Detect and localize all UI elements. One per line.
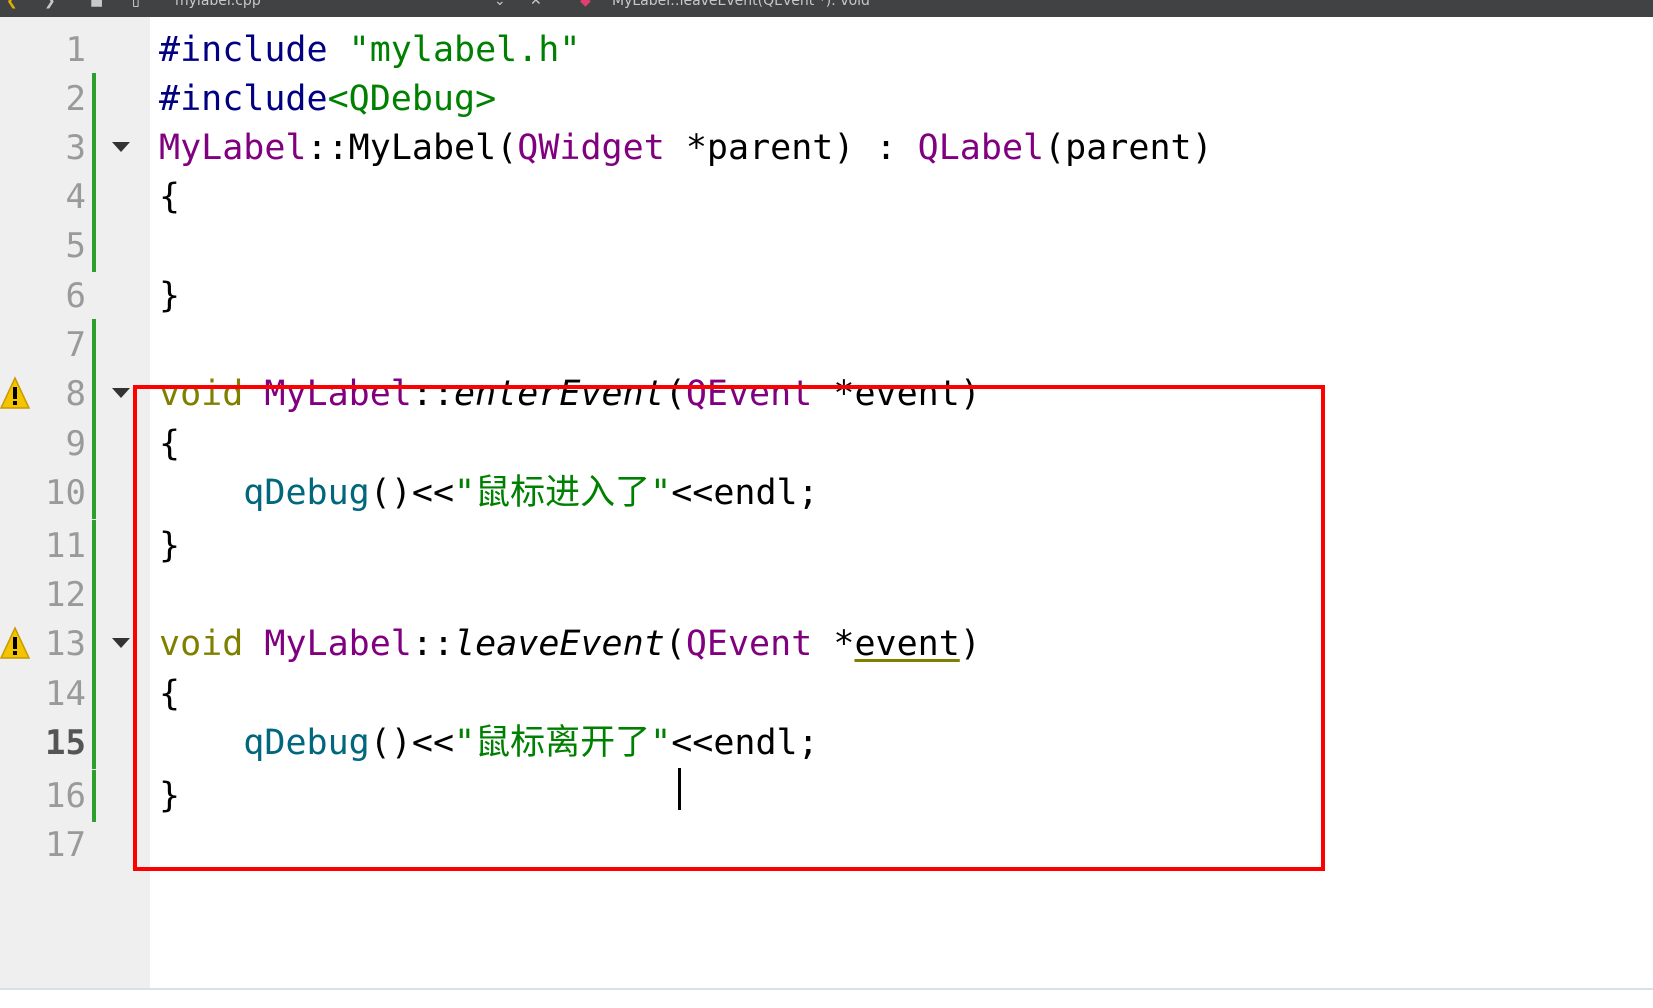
close-icon[interactable]: ✕ <box>530 0 542 9</box>
fold-toggle-icon[interactable] <box>112 142 130 152</box>
line-content[interactable]: } <box>159 270 180 322</box>
code-line: 1 #include "mylabel.h" <box>0 24 1653 76</box>
line-content[interactable]: { <box>159 171 180 223</box>
code-line: 2 #include<QDebug> <box>0 73 1653 125</box>
line-number: 1 <box>65 30 86 70</box>
line-number: 5 <box>65 226 86 266</box>
param-type: QWidget <box>517 128 665 168</box>
lock-icon: ■ <box>90 0 104 9</box>
line-number: 8 <box>65 374 86 414</box>
change-marker <box>92 569 96 621</box>
back-arrow-icon[interactable]: ❮ <box>6 0 18 9</box>
change-marker <box>92 668 96 720</box>
chevron-down-icon[interactable]: ⌄ <box>494 0 506 9</box>
change-marker <box>92 618 96 670</box>
base-init: (parent) <box>1044 128 1213 168</box>
change-marker <box>92 171 96 223</box>
change-marker <box>92 717 96 769</box>
symbol-selector[interactable]: MyLabel::leaveEvent(QEvent *): void <box>612 0 870 9</box>
scope-operator: :: <box>306 128 349 168</box>
change-marker <box>92 122 96 174</box>
change-marker <box>92 220 96 272</box>
code-line: 4 { <box>0 171 1653 223</box>
param-text: *parent) : <box>664 128 918 168</box>
line-content[interactable]: MyLabel::MyLabel(QWidget *parent) : QLab… <box>159 122 1213 174</box>
file-selector[interactable]: mylabel.cpp <box>175 0 261 9</box>
change-marker <box>92 520 96 572</box>
line-content[interactable]: #include<QDebug> <box>159 73 496 125</box>
file-icon: ▯ <box>132 0 140 9</box>
fold-toggle-icon[interactable] <box>112 388 130 398</box>
code-line: 6 } <box>0 270 1653 322</box>
change-marker <box>92 467 96 519</box>
warning-icon[interactable] <box>0 376 30 410</box>
forward-arrow-icon[interactable]: ❯ <box>44 0 56 9</box>
change-marker <box>92 770 96 822</box>
line-number: 3 <box>65 128 86 168</box>
line-number: 14 <box>45 674 86 714</box>
line-number: 17 <box>45 825 86 865</box>
line-number: 15 <box>45 723 86 763</box>
base-class: QLabel <box>917 128 1045 168</box>
change-marker <box>92 368 96 420</box>
editor-toolbar: ❮ ❯ ■ ▯ mylabel.cpp ⌄ ✕ ◆ MyLabel::leave… <box>0 0 1653 17</box>
highlight-annotation-box <box>133 385 1325 871</box>
preprocessor-directive: #include <box>159 79 328 119</box>
line-number: 9 <box>65 424 86 464</box>
change-marker <box>92 73 96 125</box>
line-number: 7 <box>65 325 86 365</box>
line-content[interactable]: #include "mylabel.h" <box>159 24 580 76</box>
line-number: 13 <box>45 624 86 664</box>
line-number: 11 <box>45 526 86 566</box>
constructor-name: MyLabel <box>348 128 497 168</box>
line-number: 4 <box>65 177 86 217</box>
line-number: 10 <box>45 473 86 513</box>
line-number: 16 <box>45 776 86 816</box>
fold-toggle-icon[interactable] <box>112 638 130 648</box>
code-line: 7 <box>0 319 1653 371</box>
line-number: 12 <box>45 575 86 615</box>
code-line: 3 MyLabel::MyLabel(QWidget *parent) : QL… <box>0 122 1653 174</box>
warning-icon[interactable] <box>0 626 30 660</box>
method-icon: ◆ <box>580 0 591 9</box>
paren: ( <box>496 128 518 168</box>
code-line: 5 <box>0 220 1653 272</box>
line-number: 2 <box>65 79 86 119</box>
include-path: <QDebug> <box>327 79 497 119</box>
preprocessor-directive: #include <box>159 30 328 70</box>
class-name: MyLabel <box>159 128 307 168</box>
include-path: "mylabel.h" <box>348 30 581 70</box>
change-marker <box>92 319 96 371</box>
editor-bottom-border <box>0 988 1653 990</box>
line-number: 6 <box>65 276 86 316</box>
change-marker <box>92 418 96 470</box>
